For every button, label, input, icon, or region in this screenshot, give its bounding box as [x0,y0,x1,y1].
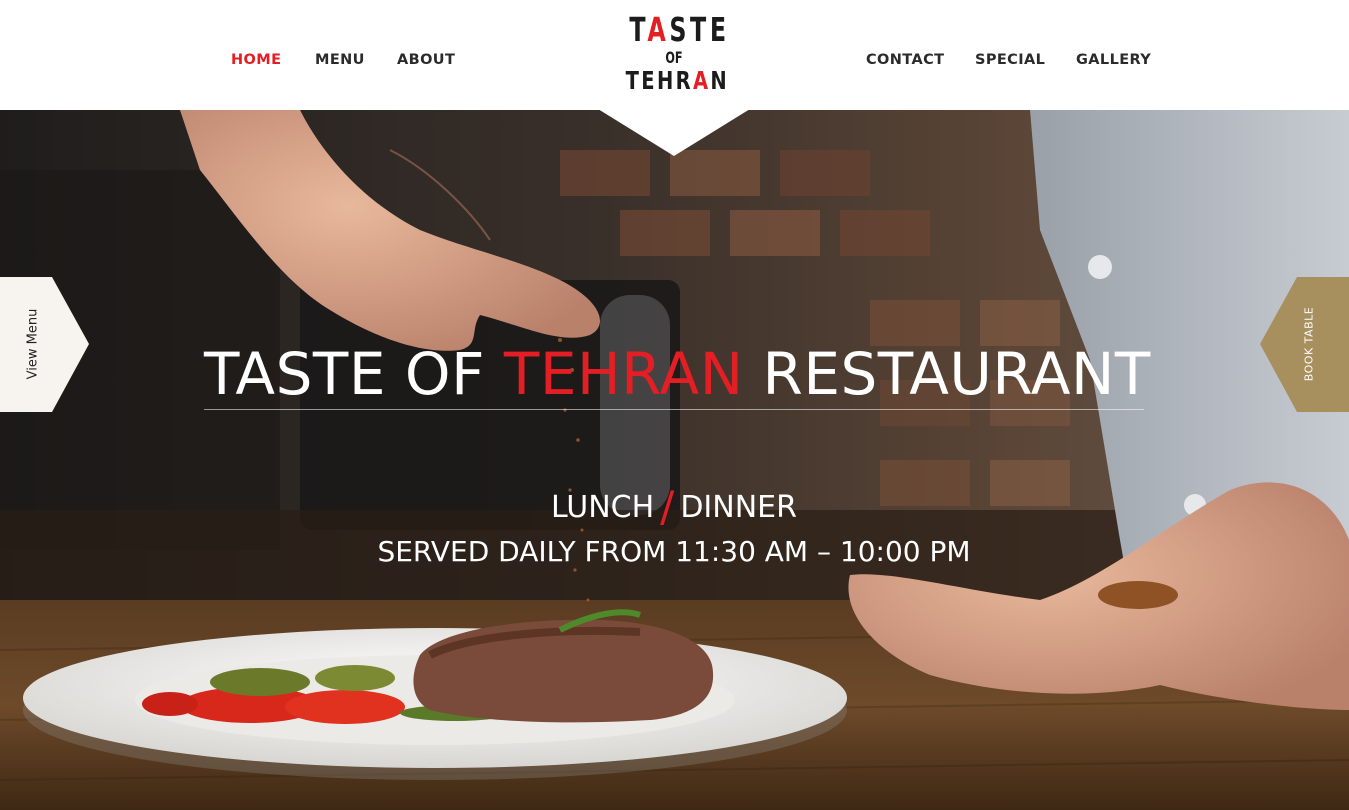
site-logo[interactable]: TASTE OF TEHRAN [612,10,736,106]
service-hours: SERVED DAILY FROM 11:30 AM – 10:00 PM [377,535,971,568]
logo-line-taste: TASTE [629,10,730,49]
hero-section: TASTE OF TEHRAN RESTAURANT LUNCH / DINNER … [0,110,1349,810]
nav-contact[interactable]: CONTACT [866,52,944,68]
nav-menu[interactable]: MENU [315,52,365,68]
hero-title: TASTE OF TEHRAN RESTAURANT [204,340,1151,408]
book-table-label: BOOK TABLE [1302,306,1316,382]
book-table-tab[interactable]: BOOK TABLE [1260,277,1349,412]
view-menu-tab-shape [0,277,89,412]
nav-gallery[interactable]: GALLERY [1076,52,1151,68]
view-menu-label: View Menu [25,308,41,380]
logo-line-tehran: TEHRAN [625,66,730,95]
nav-about[interactable]: ABOUT [397,52,455,68]
hero-background-photo [0,110,1349,810]
view-menu-tab[interactable]: View Menu [0,277,90,412]
logo-notch [598,109,750,156]
nav-special[interactable]: SPECIAL [975,52,1045,68]
meal-times: LUNCH / DINNER [551,482,797,531]
logo-line-of: OF [665,48,683,67]
hero-title-underline [204,409,1144,410]
nav-home[interactable]: HOME [231,52,281,68]
